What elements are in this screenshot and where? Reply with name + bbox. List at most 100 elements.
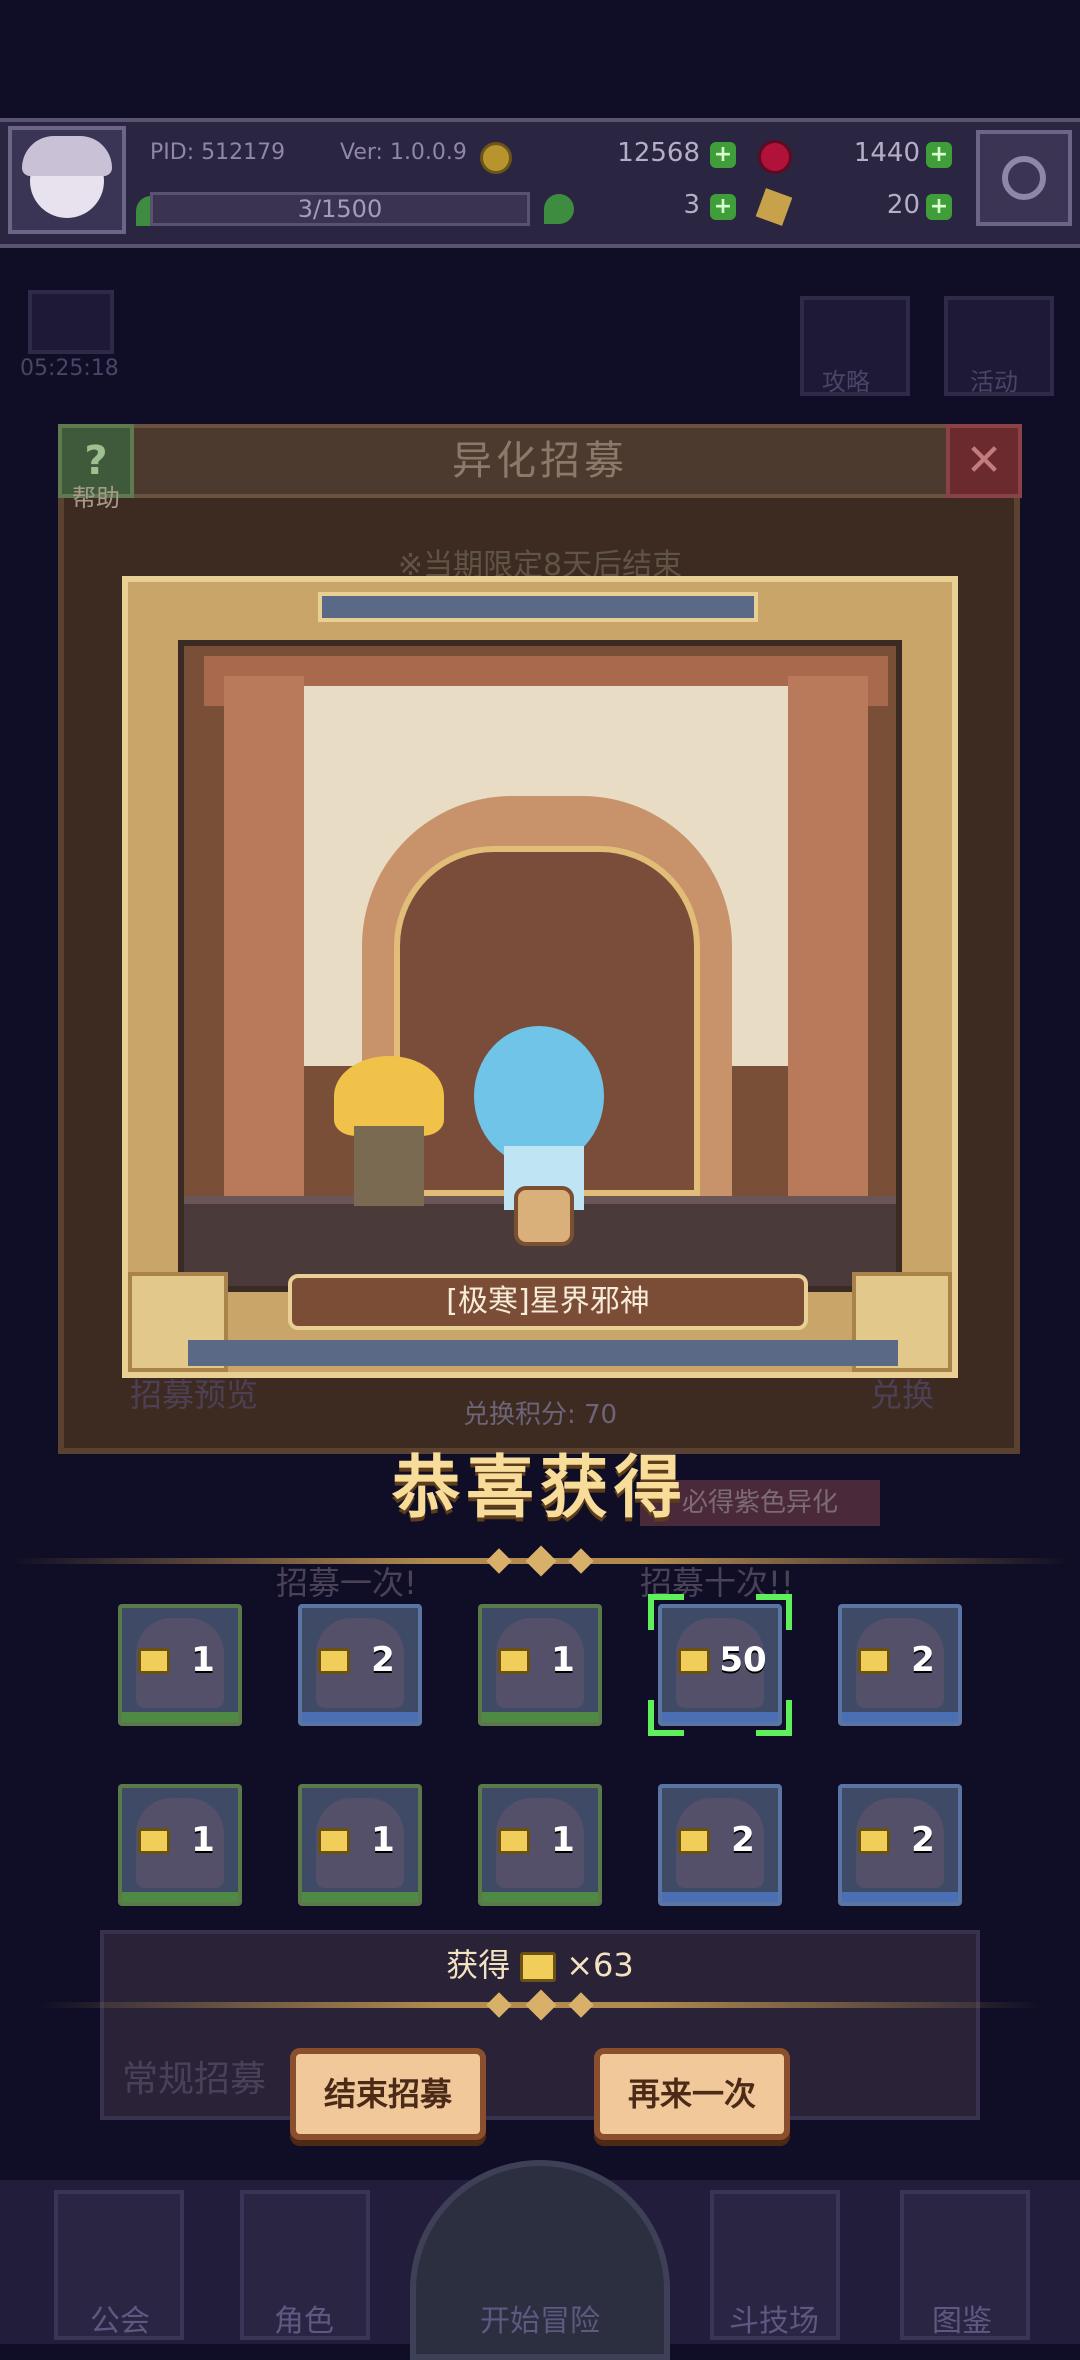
help-label: 帮助: [72, 484, 120, 512]
scene-pillar-left: [224, 676, 304, 1236]
selection-corner: [756, 1594, 792, 1630]
companion-sprite: [334, 1056, 444, 1136]
activity-label: 活动: [970, 368, 1018, 396]
medal-icon: [514, 1186, 574, 1246]
ticket-icon: [858, 1828, 890, 1854]
obtained-count: ×63: [566, 1946, 634, 1984]
nav-codex-label: 图鉴: [932, 2304, 992, 2339]
reward-item[interactable]: 2: [838, 1784, 962, 1906]
exchange-points: 兑换积分: 70: [462, 1400, 618, 1430]
divider-ornament: [480, 1989, 600, 2021]
reward-item[interactable]: 2: [658, 1784, 782, 1906]
rarity-base: [302, 1712, 418, 1722]
coin-icon: [480, 142, 512, 174]
reward-count: 1: [551, 1640, 575, 1680]
divider-ornament: [480, 1545, 600, 1577]
card-bottom-band: [188, 1340, 898, 1366]
stamina-value: 3/1500: [297, 195, 383, 223]
reward-item[interactable]: 1: [298, 1784, 422, 1906]
ticket-icon: [318, 1648, 350, 1674]
rarity-base: [662, 1892, 778, 1902]
reward-count: 2: [731, 1820, 755, 1860]
character-name-plate: [极寒]星界邪神: [288, 1274, 808, 1330]
ticket-icon: [678, 1828, 710, 1854]
scene-pillar-right: [788, 676, 868, 1236]
settings-gear-icon: [1002, 156, 1046, 200]
recruit-again-button[interactable]: 再来一次: [594, 2048, 790, 2140]
stamina-bar: 3/1500: [150, 192, 530, 226]
card-top-band: [318, 592, 758, 622]
reward-item[interactable]: 2: [298, 1604, 422, 1726]
reward-count: 1: [191, 1820, 215, 1860]
close-icon: ✕: [965, 435, 1003, 486]
ticket-icon: [498, 1828, 530, 1854]
ticket-icon: [678, 1648, 710, 1674]
reward-item[interactable]: 1: [478, 1784, 602, 1906]
rarity-base: [482, 1892, 598, 1902]
rarity-base: [842, 1892, 958, 1902]
gift-icon[interactable]: [28, 290, 114, 354]
ticket-icon: [498, 1648, 530, 1674]
settings-button[interactable]: [976, 130, 1072, 226]
reward-count: 2: [911, 1820, 935, 1860]
reward-item[interactable]: 1: [118, 1604, 242, 1726]
ticket-icon: [318, 1828, 350, 1854]
close-button[interactable]: ✕: [946, 424, 1022, 498]
version-label: Ver: 1.0.0.9: [340, 140, 467, 165]
clover-icon: [544, 194, 574, 224]
reward-item[interactable]: 2: [838, 1604, 962, 1726]
character-sprite: [474, 1026, 604, 1166]
obtained-summary: 获得 ×63: [0, 1940, 1080, 1986]
nav-characters-label: 角色: [274, 2304, 334, 2339]
reward-count: 1: [371, 1820, 395, 1860]
add-keys-plus-icon[interactable]: +: [926, 194, 952, 220]
rarity-base: [122, 1892, 238, 1902]
recruit-dialog-header: 异化招募: [82, 424, 998, 498]
reward-count: 1: [191, 1640, 215, 1680]
rarity-base: [302, 1892, 418, 1902]
key-count: 20: [886, 190, 920, 220]
reward-item[interactable]: 50: [648, 1594, 792, 1736]
reward-count: 2: [911, 1640, 935, 1680]
companion-sprite-body: [354, 1126, 424, 1206]
reward-item[interactable]: 1: [478, 1604, 602, 1726]
dialog-title: 异化招募: [452, 438, 628, 484]
strategy-label: 攻略: [822, 368, 870, 396]
gold-count: 12568: [617, 138, 700, 168]
player-id: PID: 512179: [150, 140, 286, 165]
player-avatar[interactable]: [8, 126, 126, 234]
selection-corner: [648, 1700, 684, 1736]
ticket-icon: [520, 1952, 557, 1982]
selection-corner: [648, 1594, 684, 1630]
nav-guild-label: 公会: [90, 2304, 150, 2339]
reward-count: 2: [371, 1640, 395, 1680]
event-timer: 05:25:18: [20, 356, 119, 381]
gem-count: 1440: [853, 138, 920, 168]
rarity-base: [482, 1712, 598, 1722]
recruit-again-label: 再来一次: [627, 2075, 756, 2113]
add-gems-plus-icon[interactable]: +: [926, 142, 952, 168]
nav-start-adventure-label: 开始冒险: [480, 2304, 600, 2339]
ticket-icon: [858, 1648, 890, 1674]
recruit-once-button[interactable]: 招募一次!: [276, 1558, 417, 1604]
obtained-label: 获得: [446, 1946, 511, 1984]
nav-arena-label: 斗技场: [729, 2304, 819, 2339]
end-recruit-label: 结束招募: [323, 2075, 452, 2113]
avatar-hair: [22, 136, 112, 176]
selection-corner: [756, 1700, 792, 1736]
reward-count: 1: [551, 1820, 575, 1860]
rarity-base: [122, 1712, 238, 1722]
end-recruit-button[interactable]: 结束招募: [290, 2048, 486, 2140]
ticket-icon: [138, 1648, 170, 1674]
congrats-title: 恭喜获得: [391, 1449, 688, 1528]
reward-count: 50: [719, 1640, 767, 1680]
ticket-icon: [138, 1828, 170, 1854]
add-clover-plus-icon[interactable]: +: [710, 194, 736, 220]
gem-icon: [758, 140, 792, 174]
character-card: [极寒]星界邪神: [122, 576, 958, 1378]
rarity-base: [842, 1712, 958, 1722]
clover-count: 3: [683, 190, 700, 220]
normal-recruit-label: 常规招募: [122, 2059, 267, 2100]
reward-item[interactable]: 1: [118, 1784, 242, 1906]
add-gold-plus-icon[interactable]: +: [710, 142, 736, 168]
